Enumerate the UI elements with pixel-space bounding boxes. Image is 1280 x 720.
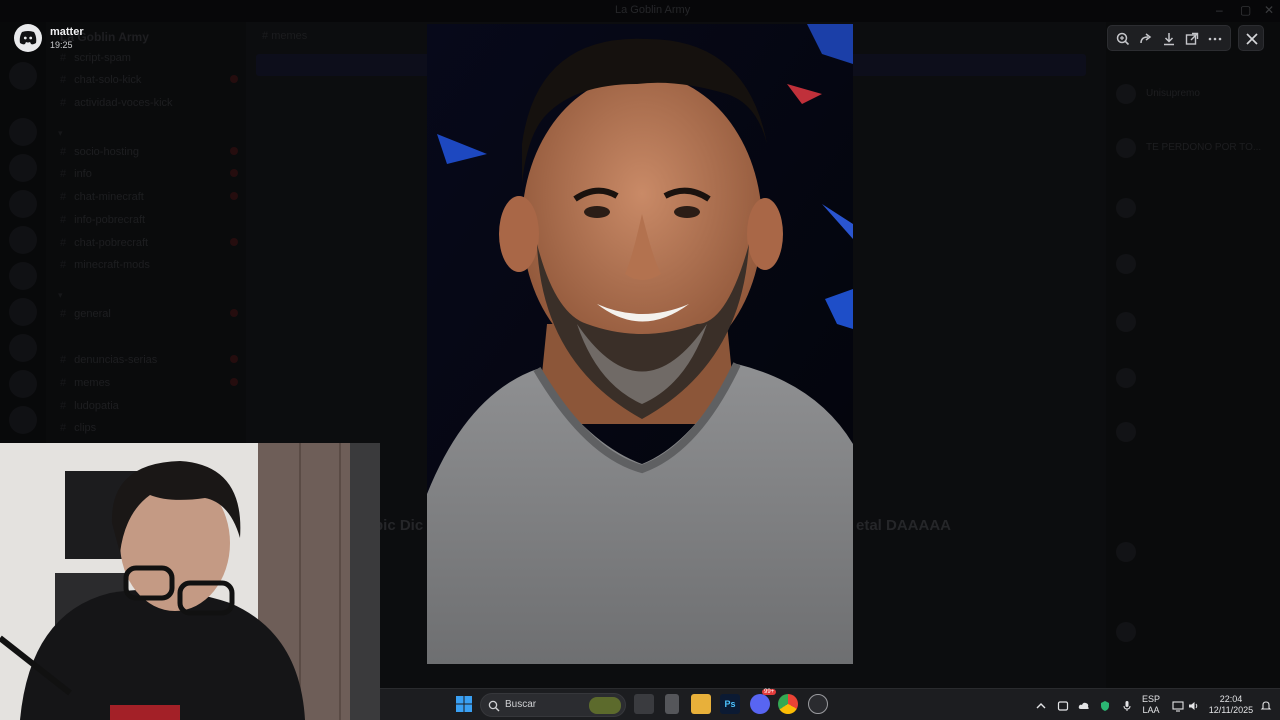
chrome-icon[interactable] <box>778 694 798 714</box>
windows-start-icon[interactable] <box>454 694 474 714</box>
taskbar-search[interactable]: Buscar <box>480 693 626 717</box>
webcam-overlay <box>0 443 380 720</box>
notification-badge: 99+ <box>762 689 777 695</box>
viewer-image[interactable] <box>427 24 853 664</box>
open-external-icon[interactable] <box>1183 30 1201 48</box>
portrait-photo <box>427 24 853 664</box>
forward-icon[interactable] <box>1137 30 1155 48</box>
taskbar: Buscar Ps 99+ ESP LAA 22:04 12/11/2025 <box>380 688 1280 720</box>
clock-time: 22:04 <box>1219 694 1243 704</box>
steam-icon[interactable] <box>808 694 828 714</box>
app-icon[interactable] <box>665 694 679 714</box>
discord-logo-icon <box>14 24 42 52</box>
notification-bell-icon[interactable] <box>1260 699 1272 711</box>
discord-icon[interactable]: 99+ <box>750 689 777 714</box>
download-icon[interactable] <box>1160 30 1178 48</box>
photoshop-icon[interactable]: Ps <box>720 694 740 714</box>
viewer-toolbar <box>1107 25 1231 51</box>
cloud-icon[interactable] <box>1078 699 1090 711</box>
clock-date: 12/11/2025 <box>1208 705 1254 715</box>
more-icon[interactable] <box>1206 30 1224 48</box>
sync-icon[interactable] <box>1057 699 1069 711</box>
file-explorer-icon[interactable] <box>691 694 711 714</box>
webcam-feed <box>0 443 380 720</box>
search-icon <box>488 700 500 712</box>
upload-time: 19:25 <box>50 40 73 50</box>
chevron-up-icon[interactable] <box>1035 699 1047 711</box>
clock[interactable]: 22:04 12/11/2025 <box>1208 694 1254 716</box>
task-view-icon[interactable] <box>634 694 654 714</box>
search-widget-icon <box>589 697 621 714</box>
shield-icon[interactable] <box>1099 699 1111 711</box>
volume-icon[interactable] <box>1188 699 1200 711</box>
uploader-name: matter <box>50 26 84 38</box>
search-placeholder: Buscar <box>505 699 537 710</box>
close-icon[interactable] <box>1238 25 1264 51</box>
language-indicator[interactable]: ESP LAA <box>1142 694 1160 716</box>
desktop-screen: La Goblin Army – ▢ ✕ La Goblin Army # scr… <box>0 0 1280 720</box>
monitor-icon[interactable] <box>1172 699 1184 712</box>
zoom-icon[interactable] <box>1114 30 1132 48</box>
microphone-icon[interactable] <box>1121 699 1133 711</box>
